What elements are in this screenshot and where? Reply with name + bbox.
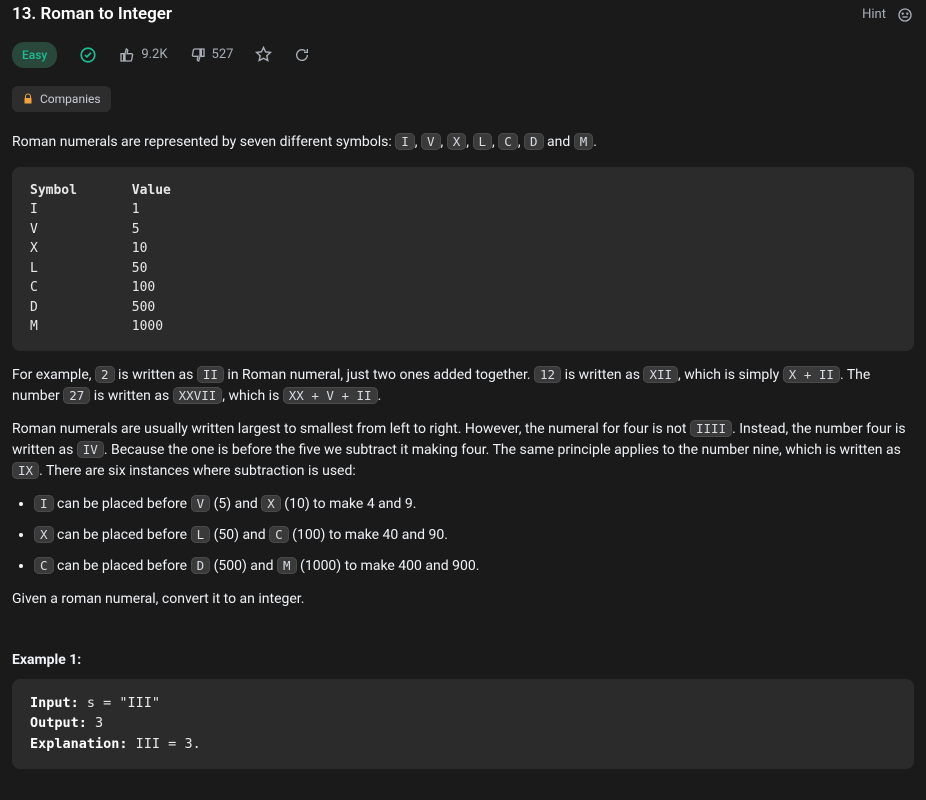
feedback-icon[interactable] — [896, 6, 914, 24]
hint-label[interactable]: Hint — [862, 5, 886, 25]
problem-title: 13. Roman to Integer — [12, 2, 172, 28]
solved-check-icon — [79, 46, 97, 64]
rules-list: I can be placed before V (5) and X (10) … — [12, 494, 914, 577]
share-button[interactable] — [294, 47, 310, 63]
star-icon — [255, 46, 272, 63]
thumbs-down-icon — [190, 47, 206, 63]
thumbs-up-icon — [119, 47, 135, 63]
likes-count: 9.2K — [141, 45, 167, 65]
share-icon — [294, 47, 310, 63]
symbol-table: Symbol Value I 1 V 5 X 10 L 50 C 100 D 5… — [12, 167, 914, 351]
companies-label: Companies — [40, 90, 101, 108]
companies-tag[interactable]: Companies — [12, 86, 111, 112]
favorite-button[interactable] — [255, 46, 272, 63]
subtraction-paragraph: Roman numerals are usually written large… — [12, 419, 914, 482]
list-item: I can be placed before V (5) and X (10) … — [34, 494, 914, 515]
example-1-block: Input: s = "III" Output: 3 Explanation: … — [12, 679, 914, 770]
list-item: X can be placed before L (50) and C (100… — [34, 525, 914, 546]
likes-button[interactable]: 9.2K — [119, 45, 167, 65]
intro-paragraph: Roman numerals are represented by seven … — [12, 132, 914, 153]
dislikes-button[interactable]: 527 — [190, 45, 234, 65]
difficulty-badge: Easy — [12, 42, 57, 68]
task-paragraph: Given a roman numeral, convert it to an … — [12, 589, 914, 610]
dislikes-count: 527 — [212, 45, 234, 65]
list-item: C can be placed before D (500) and M (10… — [34, 556, 914, 577]
lock-icon — [22, 93, 34, 105]
example-paragraph: For example, 2 is written as II in Roman… — [12, 365, 914, 407]
example-1-label: Example 1: — [12, 650, 914, 671]
